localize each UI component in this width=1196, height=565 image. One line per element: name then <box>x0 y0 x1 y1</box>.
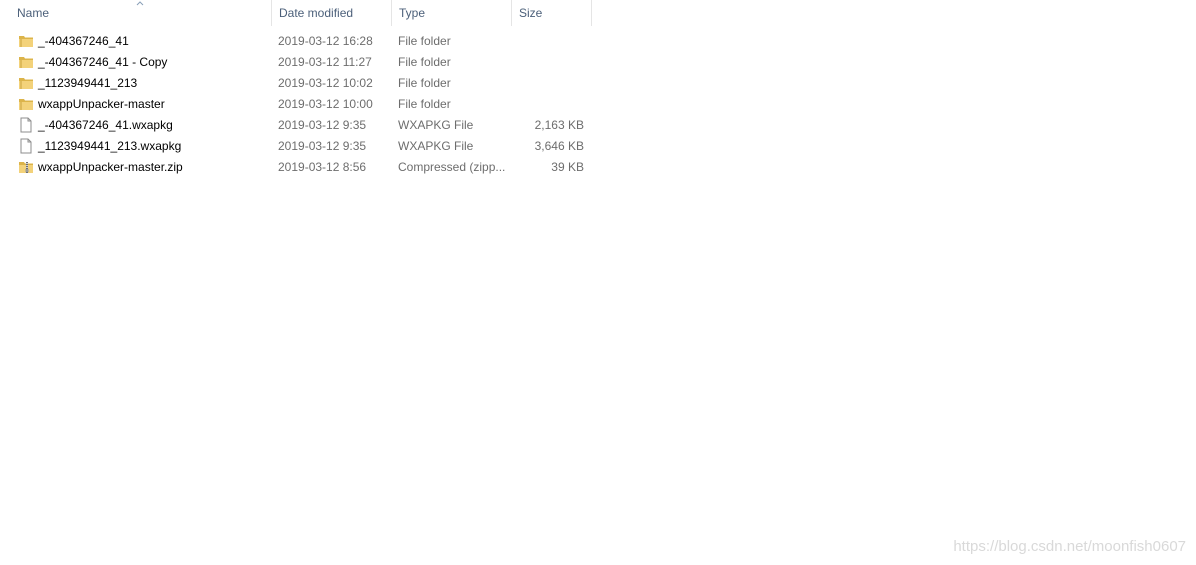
file-type: File folder <box>398 55 451 69</box>
column-header-bar: Name Date modified Type Size <box>0 0 600 26</box>
file-row[interactable]: _-404367246_41 2019-03-12 16:28 File fol… <box>0 31 600 52</box>
file-size: 3,646 KB <box>534 139 584 153</box>
file-name: _1123949441_213 <box>38 76 138 90</box>
file-list: _-404367246_41 2019-03-12 16:28 File fol… <box>0 31 600 178</box>
watermark-url: https://blog.csdn.net/moonfish0607 <box>953 538 1186 555</box>
file-date: 2019-03-12 11:27 <box>278 55 372 69</box>
file-date: 2019-03-12 10:02 <box>278 76 373 90</box>
column-header-size[interactable]: Size <box>511 0 592 26</box>
file-name: _-404367246_41 - Copy <box>38 55 168 69</box>
file-row[interactable]: wxappUnpacker-master.zip 2019-03-12 8:56… <box>0 157 600 178</box>
file-date: 2019-03-12 16:28 <box>278 34 373 48</box>
column-header-date-modified[interactable]: Date modified <box>271 0 391 26</box>
file-row[interactable]: _-404367246_41 - Copy 2019-03-12 11:27 F… <box>0 52 600 73</box>
folder-icon <box>19 78 33 89</box>
file-row[interactable]: _1123949441_213.wxapkg 2019-03-12 9:35 W… <box>0 136 600 157</box>
file-type: WXAPKG File <box>398 118 474 132</box>
file-row[interactable]: _-404367246_41.wxapkg 2019-03-12 9:35 WX… <box>0 115 600 136</box>
file-row[interactable]: wxappUnpacker-master 2019-03-12 10:00 Fi… <box>0 94 600 115</box>
column-header-name[interactable]: Name <box>0 0 271 26</box>
file-explorer: Name Date modified Type Size _-404367246… <box>0 0 1196 565</box>
file-type: File folder <box>398 34 451 48</box>
file-date: 2019-03-12 10:00 <box>278 97 373 111</box>
file-date: 2019-03-12 8:56 <box>278 160 367 174</box>
file-row[interactable]: _1123949441_213 2019-03-12 10:02 File fo… <box>0 73 600 94</box>
file-type: File folder <box>398 97 451 111</box>
file-date: 2019-03-12 9:35 <box>278 139 367 153</box>
file-name: wxappUnpacker-master.zip <box>38 160 183 174</box>
file-name: wxappUnpacker-master <box>38 97 165 111</box>
file-type: Compressed (zipp... <box>398 160 506 174</box>
file-type: File folder <box>398 76 451 90</box>
file-name: _1123949441_213.wxapkg <box>38 139 182 153</box>
file-type: WXAPKG File <box>398 139 474 153</box>
folder-icon <box>19 36 33 47</box>
file-size: 2,163 KB <box>534 118 584 132</box>
file-icon <box>20 138 32 154</box>
folder-icon <box>19 99 33 110</box>
file-date: 2019-03-12 9:35 <box>278 118 367 132</box>
file-icon <box>20 117 32 133</box>
file-name: _-404367246_41.wxapkg <box>38 118 173 132</box>
file-size: 39 KB <box>551 160 584 174</box>
file-name: _-404367246_41 <box>38 34 129 48</box>
zip-folder-icon <box>19 162 33 173</box>
folder-icon <box>19 57 33 68</box>
column-header-type[interactable]: Type <box>391 0 511 26</box>
